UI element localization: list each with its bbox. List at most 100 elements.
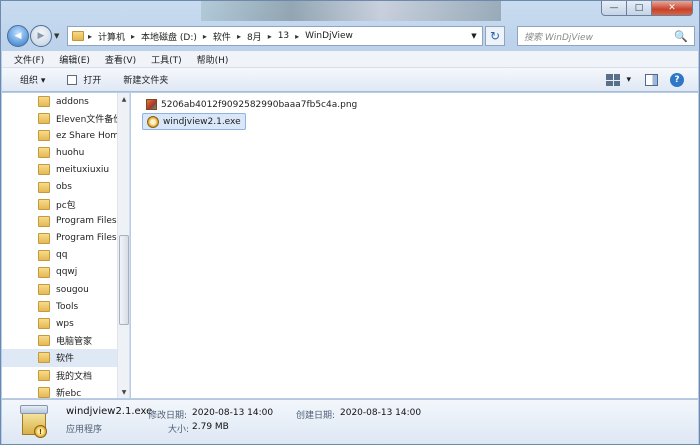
folder-icon [38, 284, 50, 296]
new-folder-button[interactable]: 新建文件夹 [123, 73, 168, 86]
breadcrumb-separator-icon[interactable]: ▸ [131, 32, 135, 41]
modified-label: 修改日期: [148, 411, 188, 421]
sidebar-folder-label: obs [56, 182, 72, 193]
created-value: 2020-08-13 14:00 [340, 408, 422, 418]
breadcrumb-item[interactable]: 13 [278, 31, 289, 41]
sidebar-folder-item[interactable]: obs [2, 178, 117, 195]
open-icon [67, 74, 78, 85]
sidebar-folder-item[interactable]: 我的文档 [2, 367, 117, 384]
sidebar-folder-label: Eleven文件备份 [56, 115, 117, 126]
menu-item[interactable]: 编辑(E) [59, 53, 90, 66]
details-file-type: 应用程序 [66, 425, 103, 435]
file-item[interactable]: windjview2.1.exe [142, 113, 246, 130]
sidebar-folder-item[interactable]: wps [2, 315, 117, 332]
sidebar-folder-item[interactable]: meituxiuxiu [2, 161, 117, 178]
folder-icon [38, 352, 50, 364]
modified-value: 2020-08-13 14:00 [192, 408, 274, 418]
sidebar-folder-label: Tools [56, 301, 79, 312]
maximize-button[interactable]: □ [626, 1, 651, 16]
open-button[interactable]: 打开 [67, 73, 101, 86]
view-dropdown-button[interactable]: ▾ [626, 75, 631, 85]
minimize-button[interactable]: — [601, 1, 626, 16]
scroll-down-button[interactable]: ▼ [118, 386, 129, 398]
forward-button[interactable]: ▶ [30, 25, 52, 47]
breadcrumb-item[interactable]: 计算机 [98, 30, 125, 43]
sidebar-folder-item[interactable]: qqwj [2, 264, 117, 281]
breadcrumb-item[interactable]: 8月 [247, 30, 262, 43]
menu-item[interactable]: 工具(T) [151, 53, 182, 66]
size-label: 大小: [168, 425, 190, 435]
sidebar-folder-item[interactable]: sougou [2, 281, 117, 298]
menu-item[interactable]: 帮助(H) [197, 53, 229, 66]
folder-icon [38, 113, 50, 125]
sidebar-folder-item[interactable]: 软件 [2, 349, 117, 367]
sidebar-folder-item[interactable]: Program Files [2, 230, 117, 247]
sidebar-folder-label: wps [56, 318, 74, 329]
sidebar-folder-label: addons [56, 96, 89, 107]
file-name: windjview2.1.exe [163, 116, 241, 127]
file-item[interactable]: 5206ab4012f9092582990baaa7fb5c4a.png [142, 96, 361, 113]
sidebar-folder-item[interactable]: ez Share Home [2, 127, 117, 144]
breadcrumb-separator-icon[interactable]: ▸ [203, 32, 207, 41]
refresh-button[interactable]: ↻ [485, 26, 505, 46]
sidebar-folder-item[interactable]: 新ebc [2, 384, 117, 398]
navigation-scrollbar[interactable]: ▲ ▼ [117, 93, 129, 398]
preview-pane-icon[interactable] [645, 74, 658, 86]
sidebar-folder-item[interactable]: Eleven文件备份 [2, 110, 117, 127]
folder-icon [38, 335, 50, 347]
sidebar-folder-item[interactable]: qq [2, 247, 117, 264]
sidebar-folder-label: Program Files [56, 233, 117, 244]
breadcrumb-separator-icon[interactable]: ▸ [295, 32, 299, 41]
folder-icon [38, 215, 50, 227]
details-pane: ! windjview2.1.exe 应用程序 修改日期: 2020-08-13… [2, 399, 698, 444]
breadcrumb-separator-icon[interactable]: ▸ [237, 32, 241, 41]
search-icon[interactable]: 🔍 [674, 30, 688, 43]
explorer-window: — □ ✕ ◀ ▶ ▼ ▸ 计算机 ▸ 本地磁盘 (D:) ▸ 软件 ▸ 8月 ▸ 13 ▸ WinD… [0, 0, 700, 445]
close-button[interactable]: ✕ [651, 1, 693, 16]
sidebar-folder-item[interactable]: 电脑管家 [2, 332, 117, 349]
breadcrumb-item[interactable]: 本地磁盘 (D:) [141, 30, 197, 43]
breadcrumb-item[interactable]: 软件 [213, 30, 231, 43]
search-input[interactable]: 搜索 WinDjView 🔍 [517, 26, 695, 46]
installer-icon: ! [20, 405, 50, 439]
image-file-icon [146, 99, 157, 110]
organize-button[interactable]: 组织 ▾ [20, 73, 45, 86]
breadcrumb-item[interactable]: WinDjView [305, 31, 353, 41]
breadcrumb-separator-icon[interactable]: ▸ [88, 32, 92, 41]
scroll-thumb[interactable] [119, 235, 129, 325]
toolbar-right: ▾ ? [606, 73, 684, 87]
sidebar-folder-item[interactable]: huohu [2, 144, 117, 161]
folder-icon [38, 301, 50, 313]
address-dropdown-button[interactable]: ▼ [466, 27, 482, 45]
scroll-up-button[interactable]: ▲ [118, 93, 129, 105]
menu-item[interactable]: 文件(F) [14, 53, 44, 66]
size-value: 2.79 MB [192, 422, 229, 432]
sidebar-folder-label: Program Files [56, 216, 117, 227]
address-bar[interactable]: ▸ 计算机 ▸ 本地磁盘 (D:) ▸ 软件 ▸ 8月 ▸ 13 ▸ WinDjView ▼ [67, 26, 483, 46]
breadcrumb: ▸ 计算机 ▸ 本地磁盘 (D:) ▸ 软件 ▸ 8月 ▸ 13 ▸ WinDjView [88, 30, 353, 43]
open-label: 打开 [83, 76, 102, 86]
sidebar-folder-label: 新ebc [56, 388, 82, 398]
folder-icon [38, 266, 50, 278]
folder-icon [72, 31, 84, 41]
help-icon[interactable]: ? [670, 73, 684, 87]
sidebar-folder-item[interactable]: addons [2, 93, 117, 110]
breadcrumb-separator-icon[interactable]: ▸ [268, 32, 272, 41]
navigation-pane: addons Eleven文件备份 ez Share Home huohu meitux… [2, 93, 130, 398]
sidebar-folder-label: qqwj [56, 267, 78, 278]
sidebar-folder-label: meituxiuxiu [56, 164, 110, 175]
sidebar-folder-item[interactable]: Tools [2, 298, 117, 315]
created-label: 创建日期: [296, 411, 336, 421]
file-list: 5206ab4012f9092582990baaa7fb5c4a.png wind… [131, 93, 698, 398]
sidebar-folder-item[interactable]: Program Files [2, 213, 117, 230]
change-view-icon[interactable] [606, 74, 621, 86]
back-button[interactable]: ◀ [7, 25, 29, 47]
organize-label: 组织 ▾ [20, 76, 46, 86]
recent-pages-dropdown[interactable]: ▼ [54, 32, 64, 40]
details-file-name: windjview2.1.exe [66, 406, 153, 417]
sidebar-folder-item[interactable]: pc包 [2, 196, 117, 213]
folder-icon [38, 386, 50, 398]
folder-icon [38, 369, 50, 381]
menu-item[interactable]: 查看(V) [105, 53, 136, 66]
folder-icon [38, 318, 50, 330]
